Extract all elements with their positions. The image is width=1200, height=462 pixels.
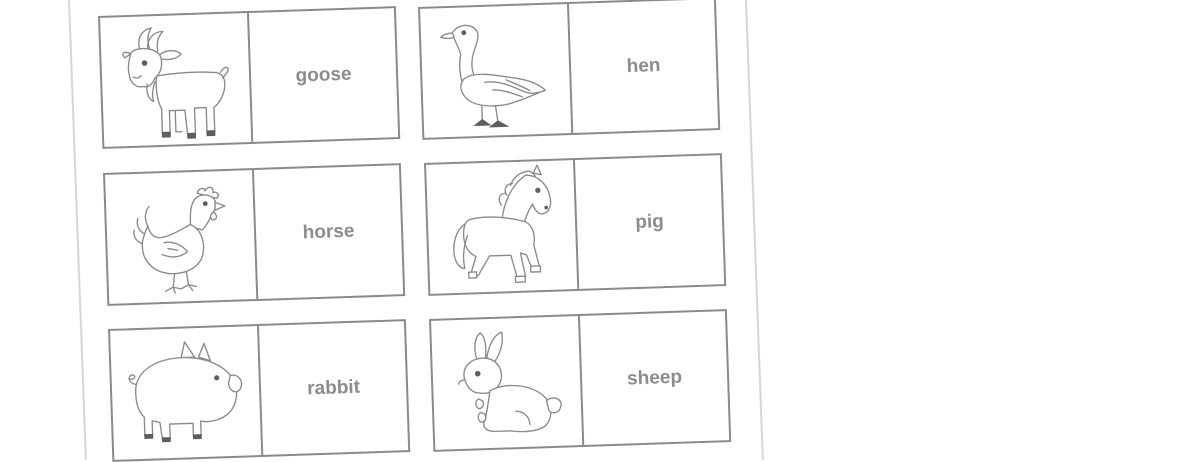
pig-icon <box>110 326 262 460</box>
matching-card-5: rabbit <box>108 319 411 462</box>
goat-icon <box>100 13 252 147</box>
goose-icon <box>420 4 572 138</box>
matching-card-1: goose <box>98 6 401 149</box>
animal-word: sheep <box>626 366 683 389</box>
worksheet-page: goose hen horse pig rabbit sheep <box>0 0 1200 462</box>
matching-card-4: pig <box>424 153 727 296</box>
animal-word: pig <box>634 210 665 233</box>
rabbit-icon <box>431 316 583 450</box>
matching-card-6: sheep <box>429 309 732 452</box>
animal-word: rabbit <box>306 376 361 399</box>
matching-card-3: horse <box>103 163 406 306</box>
matching-card-2: hen <box>418 0 721 140</box>
animal-word: horse <box>302 220 355 243</box>
paper-right-edge <box>745 0 764 460</box>
animal-word: hen <box>626 54 661 77</box>
horse-icon <box>426 160 578 294</box>
animal-word: goose <box>295 63 352 86</box>
paper-left-edge <box>68 0 87 460</box>
hen-icon <box>105 170 257 304</box>
